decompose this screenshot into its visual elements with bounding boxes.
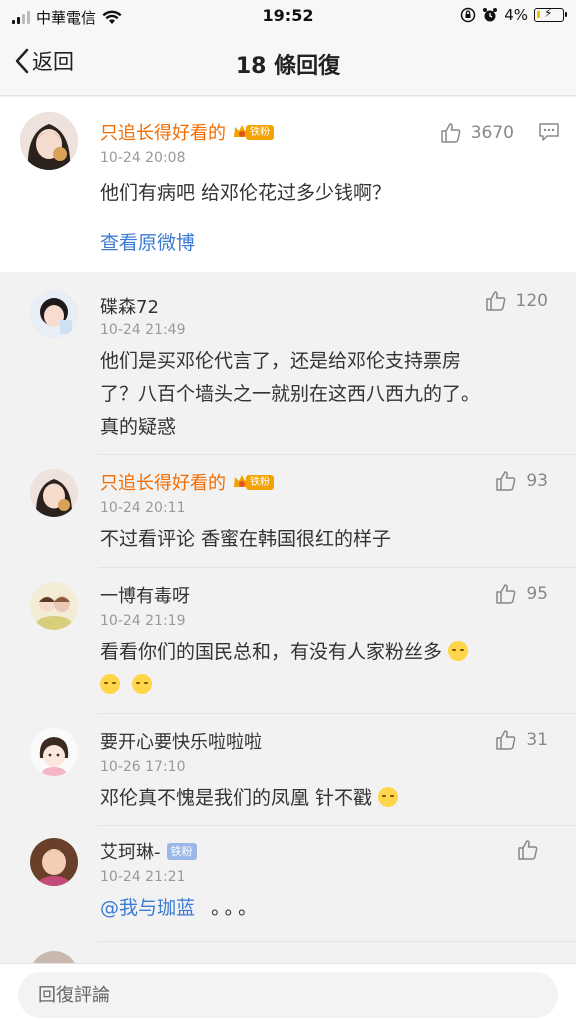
fan-badge-label: 铁粉	[246, 475, 274, 490]
avatar[interactable]	[30, 951, 78, 963]
fan-badge-label: 铁粉	[246, 125, 274, 140]
comment-content-line: @我与珈蓝 。。。	[100, 892, 261, 924]
username[interactable]: 一博有毒呀	[100, 582, 190, 608]
bottom-bar	[0, 963, 576, 1024]
divider	[98, 567, 576, 568]
like-button[interactable]: 93	[494, 469, 548, 493]
status-right: 4% ⚡	[460, 6, 567, 24]
comment-content-line: 看看你们的国民总和，有没有人家粉丝多	[100, 636, 469, 668]
page-title: 18 條回復	[235, 54, 341, 79]
like-count: 31	[526, 730, 548, 750]
fan-badge[interactable]: 铁粉	[232, 472, 280, 492]
main-comment: 只追长得好看的 铁粉 10-24 20:08 他们有病吧 给邓伦花过多少钱啊？ …	[0, 97, 576, 272]
fan-badge[interactable]: 铁粉	[232, 122, 280, 142]
username[interactable]: 要开心要快乐啦啦啦	[100, 728, 262, 754]
thumbs-up-icon	[485, 291, 505, 311]
nav-bar: 返回 18 條回復	[0, 32, 576, 96]
view-original-link[interactable]: 查看原微博	[100, 228, 195, 255]
rotation-lock-icon	[460, 7, 476, 23]
like-button[interactable]	[516, 838, 548, 862]
avatar[interactable]	[30, 838, 78, 886]
reply-input[interactable]	[18, 972, 558, 1018]
username[interactable]: 艾珂琳- 铁粉	[100, 838, 197, 864]
comment-content-line: 不过看评论 香蜜在韩国很红的样子	[100, 528, 392, 550]
battery-icon: ⚡	[534, 6, 567, 22]
like-button[interactable]: 31	[494, 728, 548, 752]
like-count: 3670	[470, 123, 514, 143]
thumbs-up-icon	[440, 123, 461, 143]
username[interactable]: 碟森72	[100, 293, 159, 319]
like-button[interactable]: 3670	[439, 121, 514, 145]
avatar[interactable]	[30, 469, 78, 517]
battery-percent: 4%	[504, 6, 528, 24]
comment-content-line: 了？八百个墙头之一就别在这西八西九的了。	[100, 383, 481, 405]
comment-time: 10-24 20:08	[100, 150, 186, 166]
comment-time: 10-26 17:10	[100, 759, 186, 775]
status-bar: 中華電信 19:52 4% ⚡	[0, 0, 576, 32]
avatar[interactable]	[20, 112, 78, 170]
thumbs-up-icon	[518, 840, 538, 860]
username-text: 只追长得好看的	[100, 123, 226, 144]
divider	[98, 941, 576, 942]
grin-emoji-icon	[378, 787, 399, 807]
divider	[98, 713, 576, 714]
sleepy-emoji-icon	[100, 674, 120, 694]
comment-time: 10-24 21:19	[100, 613, 186, 629]
like-count: 93	[526, 471, 548, 491]
comment-text: 看看你们的国民总和，有没有人家粉丝多	[100, 641, 443, 663]
avatar[interactable]	[30, 728, 78, 776]
comment-time: 10-24 21:49	[100, 322, 186, 338]
username-text: 艾珂琳-	[100, 842, 161, 863]
comment-content-line: 邓伦真不愧是我们的凤凰 针不戳	[100, 782, 399, 814]
thumbs-up-icon	[496, 584, 516, 604]
sleepy-emoji-icon	[448, 641, 469, 661]
thumbs-up-icon	[496, 471, 516, 491]
thumbs-up-icon	[496, 730, 516, 750]
username[interactable]: 只追长得好看的 铁粉	[100, 469, 280, 495]
like-count: 120	[515, 291, 548, 311]
sleepy-emoji-icon	[132, 674, 153, 694]
divider	[98, 825, 576, 826]
comment-time: 10-24 21:21	[100, 869, 186, 885]
comment-text: 。。。	[211, 897, 262, 919]
like-button[interactable]: 95	[494, 582, 548, 606]
comment-text: 邓伦真不愧是我们的凤凰 针不戳	[100, 787, 373, 809]
like-button[interactable]: 120	[484, 289, 548, 313]
username[interactable]: 只追长得好看的 铁粉	[100, 119, 280, 145]
mention-link[interactable]: @我与珈蓝	[100, 897, 195, 919]
comment-content-line: 真的疑惑	[100, 416, 177, 438]
avatar[interactable]	[30, 582, 78, 630]
fan-badge[interactable]: 铁粉	[166, 842, 197, 860]
username-text: 只追长得好看的	[100, 473, 226, 494]
message-icon[interactable]	[538, 122, 560, 142]
comment-content: 他们有病吧 给邓伦花过多少钱啊？	[100, 182, 392, 204]
comment-emoji-line	[100, 669, 153, 701]
comment-content-line: 他们是买邓伦代言了，还是给邓伦支持票房	[100, 350, 462, 372]
like-count: 95	[526, 584, 548, 604]
avatar[interactable]	[30, 290, 78, 338]
alarm-icon	[483, 8, 498, 22]
divider	[98, 454, 576, 455]
reply-list: 碟森72 10-24 21:49 他们是买邓伦代言了，还是给邓伦支持票房 了？八…	[0, 275, 576, 963]
comment-time: 10-24 20:11	[100, 500, 186, 516]
